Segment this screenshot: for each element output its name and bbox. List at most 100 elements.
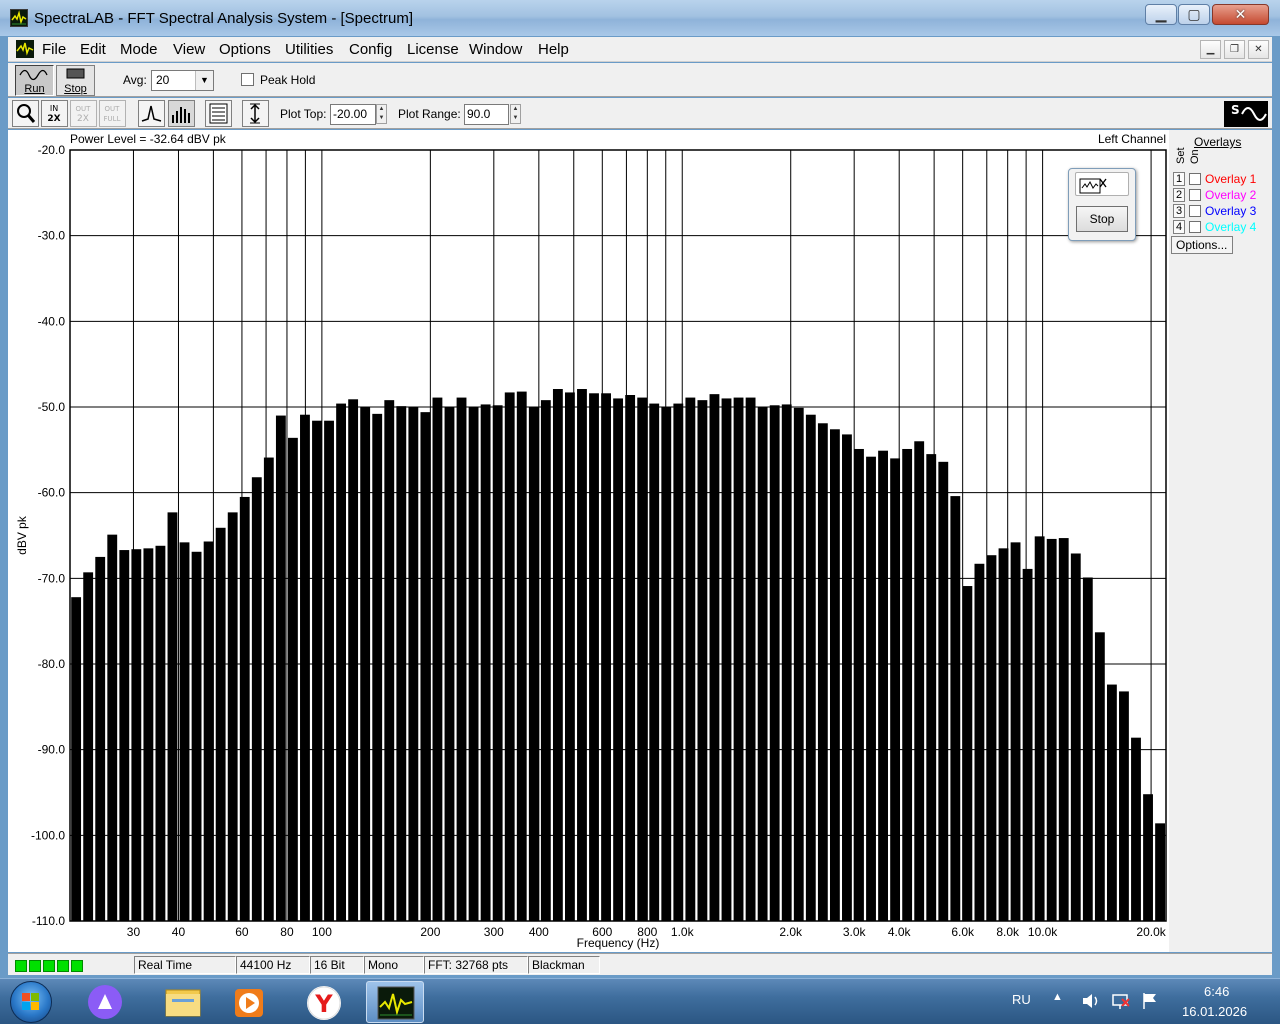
plot-top-input[interactable]: -20.00 <box>330 104 376 125</box>
menu-options[interactable]: Options <box>219 41 271 58</box>
start-button[interactable] <box>10 981 52 1023</box>
overlay-name: Overlay 2 <box>1205 188 1257 202</box>
line-plot-button[interactable] <box>138 100 165 127</box>
overlays-header[interactable]: Overlays <box>1194 135 1241 149</box>
menu-config[interactable]: Config <box>349 41 392 58</box>
spectrum-bar <box>769 405 780 922</box>
maximize-button[interactable]: ▢ <box>1178 4 1210 25</box>
vertical-scale-button[interactable] <box>242 100 269 127</box>
zoom-in-2x-button[interactable]: IN 2X <box>41 100 68 127</box>
logo-button[interactable]: S <box>1224 101 1268 127</box>
taskbar-spectralab[interactable] <box>366 981 424 1023</box>
spectrum-bar <box>938 461 949 921</box>
tray-expand-icon[interactable]: ▲ <box>1052 991 1063 1003</box>
zoom-out-full-button[interactable]: OUT FULL <box>99 100 126 127</box>
menu-help[interactable]: Help <box>538 41 569 58</box>
level-led <box>29 960 41 972</box>
menu-mode[interactable]: Mode <box>120 41 158 58</box>
spectrum-bar <box>444 407 455 921</box>
svg-text:FULL: FULL <box>104 115 121 123</box>
app-icon[interactable] <box>10 9 28 27</box>
spectrum-bar <box>384 400 395 921</box>
overlay-options-button[interactable]: Options... <box>1171 236 1233 254</box>
spectrum-plot[interactable]: -20.0 -30.0 -40.0 -50.0 -60.0 -70.0 -80.0 -90.0… <box>8 130 1169 952</box>
y-tick-label: -70.0 <box>38 571 66 585</box>
taskbar-explorer[interactable] <box>154 981 212 1023</box>
minimize-button[interactable]: ▁ <box>1145 4 1177 25</box>
y-tick-label: -60.0 <box>38 486 66 500</box>
zoom-button[interactable] <box>12 100 39 127</box>
menu-file[interactable]: File <box>42 41 66 58</box>
spectrum-bar <box>1070 553 1081 921</box>
chevron-down-icon[interactable]: ▼ <box>195 71 213 90</box>
menu-view[interactable]: View <box>173 41 205 58</box>
keyboard-language[interactable]: RU <box>1012 992 1031 1007</box>
floating-stop-button[interactable]: Stop <box>1076 206 1128 232</box>
overlay-on-checkbox[interactable] <box>1189 221 1201 233</box>
taskbar-yandex-browser[interactable]: Y <box>295 981 353 1023</box>
clock-time[interactable]: 6:46 <box>1204 984 1229 999</box>
yandex-browser-icon: Y <box>307 986 341 1020</box>
overlay-on-checkbox[interactable] <box>1189 205 1201 217</box>
plot-range-input[interactable]: 90.0 <box>464 104 509 125</box>
y-tick-label: -50.0 <box>38 400 66 414</box>
menu-utilities[interactable]: Utilities <box>285 41 333 58</box>
overlay-set-button[interactable]: 1 <box>1173 172 1185 186</box>
spectrum-bar <box>275 415 286 921</box>
stop-button[interactable]: Stop <box>56 65 95 96</box>
avg-select[interactable]: 20 ▼ <box>151 70 214 91</box>
spectrum-bar <box>637 397 648 921</box>
spectrum-bar <box>854 448 864 921</box>
menu-edit[interactable]: Edit <box>80 41 106 58</box>
action-center-flag-icon[interactable] <box>1140 991 1162 1011</box>
spectrum-bar <box>408 407 419 921</box>
svg-text:IN: IN <box>50 104 58 113</box>
spectrum-bar <box>649 403 660 921</box>
spectrum-bar <box>528 407 539 921</box>
spectrogram-button[interactable] <box>205 100 232 127</box>
mdi-close-button[interactable]: ✕ <box>1248 40 1269 59</box>
overlay-on-checkbox[interactable] <box>1189 189 1201 201</box>
spectrum-bar <box>577 389 587 921</box>
bar-plot-button[interactable] <box>168 100 195 127</box>
network-icon[interactable] <box>1110 991 1132 1011</box>
spectrum-bar <box>745 397 756 921</box>
floating-control-window[interactable]: Stop <box>1068 168 1136 241</box>
spectrum-bar <box>974 563 985 921</box>
spectrum-bar <box>962 586 973 921</box>
spectrum-bar <box>902 448 913 921</box>
title-bar[interactable]: SpectraLAB - FFT Spectral Analysis Syste… <box>0 0 1280 36</box>
peak-hold-checkbox[interactable] <box>241 73 254 86</box>
on-column-label: On <box>1189 149 1201 164</box>
svg-text:2X: 2X <box>77 114 89 124</box>
overlay-set-button[interactable]: 3 <box>1173 204 1185 218</box>
plot-top-spinner[interactable]: ▲ ▼ <box>376 104 387 124</box>
run-button[interactable]: Run <box>15 65 54 96</box>
taskbar-media-player[interactable] <box>220 981 278 1023</box>
spectrum-bar <box>673 403 684 921</box>
plot-range-spinner[interactable]: ▲ ▼ <box>510 104 521 124</box>
y-axis-label: dBV pk <box>15 515 29 555</box>
menu-window[interactable]: Window <box>469 41 522 58</box>
spectrum-bar <box>420 412 431 921</box>
overlay-set-button[interactable]: 2 <box>1173 188 1185 202</box>
menu-license[interactable]: License <box>407 41 459 58</box>
spectrum-bar <box>552 389 563 921</box>
overlay-set-button[interactable]: 4 <box>1173 220 1185 234</box>
overlay-name: Overlay 1 <box>1205 172 1257 186</box>
svg-text:Y: Y <box>314 990 333 1018</box>
mdi-restore-button[interactable]: ❐ <box>1224 40 1245 59</box>
spectrum-chart[interactable]: -20.0 -30.0 -40.0 -50.0 -60.0 -70.0 -80.0 -90.0… <box>8 130 1169 952</box>
close-button[interactable]: ✕ <box>1212 4 1269 25</box>
overlay-on-checkbox[interactable] <box>1189 173 1201 185</box>
spectrum-bar <box>456 397 467 921</box>
zoom-out-2x-button[interactable]: OUT 2X <box>70 100 97 127</box>
spectrum-bar <box>71 597 82 921</box>
spectrum-bar <box>914 441 925 921</box>
mdi-minimize-button[interactable]: ▁ <box>1200 40 1221 59</box>
volume-icon[interactable] <box>1080 991 1102 1011</box>
clock-date[interactable]: 16.01.2026 <box>1182 1004 1247 1019</box>
taskbar-alice[interactable] <box>76 981 134 1023</box>
spectrum-bar <box>360 407 371 921</box>
document-icon[interactable] <box>16 40 34 58</box>
